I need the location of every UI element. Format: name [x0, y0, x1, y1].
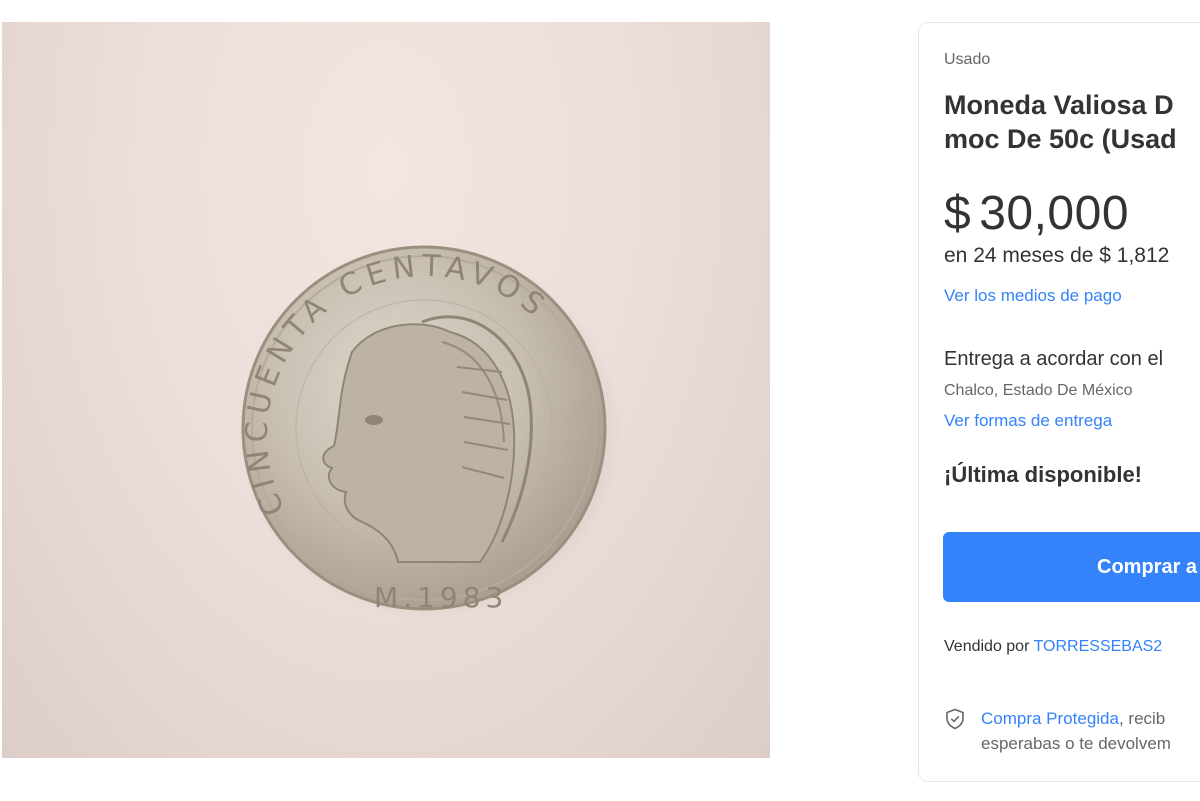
protection-text-1: , recib — [1118, 709, 1166, 728]
installments-amount: $ 1,812 — [1099, 244, 1170, 267]
stock-status: ¡Última disponible! — [944, 462, 1142, 487]
price-currency: $ — [944, 187, 972, 240]
delivery-options-link[interactable]: Ver formas de entrega — [944, 411, 1112, 431]
buy-now-button[interactable]: Comprar a — [943, 532, 1200, 602]
product-price: $30,000 — [944, 186, 1129, 242]
purchase-protection: Compra Protegida, recib esperabas o te d… — [981, 706, 1200, 756]
protection-text-2: esperabas o te devolvem — [981, 734, 1171, 753]
shield-check-icon — [945, 708, 965, 735]
protected-purchase-link[interactable]: Compra Protegida — [981, 709, 1119, 728]
price-value: 30,000 — [979, 187, 1130, 240]
installments-prefix: en 24 meses de — [944, 244, 1100, 267]
seller-info: Vendido por TORRESSEBAS2 — [944, 638, 1162, 656]
product-photo[interactable]: CINCUENTA CENTAVOS M.1983 — [2, 22, 770, 758]
delivery-info: Entrega a acordar con el — [944, 348, 1164, 370]
seller-prefix: Vendido por — [944, 638, 1034, 655]
payment-methods-link[interactable]: Ver los medios de pago — [944, 286, 1122, 306]
coin-image: CINCUENTA CENTAVOS M.1983 — [238, 245, 622, 619]
item-condition: Usado — [944, 51, 991, 68]
seller-name-link[interactable]: TORRESSEBAS2 — [1034, 638, 1163, 655]
installments-info: en 24 meses de $ 1,812 — [944, 244, 1169, 268]
seller-location: Chalco, Estado De México — [944, 382, 1133, 399]
svg-text:M.1983: M.1983 — [374, 581, 508, 614]
product-title: Moneda Valiosa D moc De 50c (Usad — [944, 90, 1177, 154]
